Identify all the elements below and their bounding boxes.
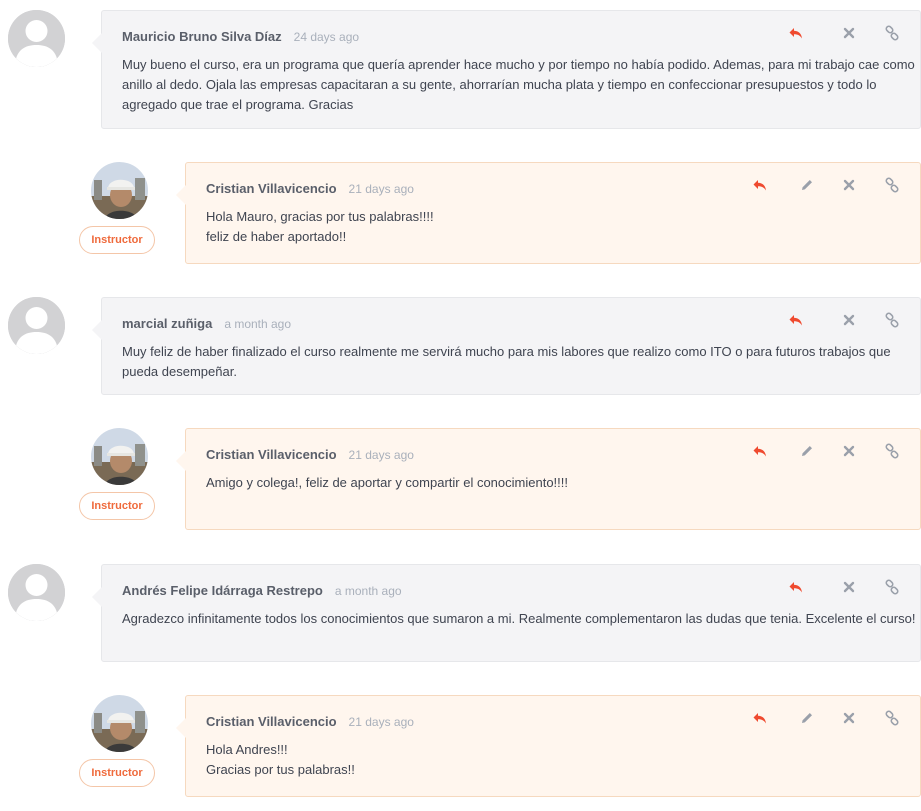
comment-text-line: Muy bueno el curso, era un programa que … — [122, 57, 915, 112]
author-name[interactable]: Andrés Felipe Idárraga Restrepo — [122, 583, 323, 598]
comment-text-line: Muy feliz de haber finalizado el curso r… — [122, 344, 891, 379]
comment-card: Mauricio Bruno Silva Díaz 24 days ago Muy … — [92, 10, 921, 129]
comment-card: Andrés Felipe Idárraga Restrepo a month a… — [92, 564, 921, 662]
comment-text-line: Hola Mauro, gracias por tus palabras!!!! — [206, 209, 434, 224]
comment-header: Andrés Felipe Idárraga Restrepo a month a… — [122, 582, 402, 600]
comment-body: Agradezco infinitamente todos los conoci… — [122, 609, 917, 629]
author-name[interactable]: marcial zuñiga — [122, 316, 212, 331]
reply-arrow-icon[interactable] — [788, 312, 804, 328]
author-name[interactable]: Cristian Villavicencio — [206, 447, 337, 462]
link-icon[interactable] — [884, 443, 900, 459]
instructor-badge: Instructor — [79, 759, 155, 787]
comment-card: marcial zuñiga a month ago Muy feliz de ha… — [92, 297, 921, 395]
reply-arrow-icon[interactable] — [752, 710, 768, 726]
close-icon[interactable] — [841, 25, 857, 41]
reply-card: Cristian Villavicencio 21 days ago Amigo y… — [176, 428, 921, 530]
timestamp: 21 days ago — [348, 182, 414, 196]
link-icon[interactable] — [884, 710, 900, 726]
student-avatar — [8, 10, 65, 67]
comment-text-line: Agradezco infinitamente todos los conoci… — [122, 611, 916, 626]
reply-arrow-icon[interactable] — [752, 177, 768, 193]
author-name[interactable]: Mauricio Bruno Silva Díaz — [122, 29, 282, 44]
comment-header: Cristian Villavicencio 21 days ago — [206, 713, 414, 731]
instructor-badge: Instructor — [79, 492, 155, 520]
link-icon[interactable] — [884, 312, 900, 328]
comment-body: Muy feliz de haber finalizado el curso r… — [122, 342, 917, 382]
comment-text-line: Hola Andres!!! — [206, 742, 288, 757]
reply-card: Cristian Villavicencio 21 days ago Hola Ma… — [176, 162, 921, 264]
comment-header: marcial zuñiga a month ago — [122, 315, 291, 333]
timestamp: a month ago — [334, 584, 402, 598]
close-icon[interactable] — [841, 710, 857, 726]
author-name[interactable]: Cristian Villavicencio — [206, 181, 337, 196]
link-icon[interactable] — [884, 579, 900, 595]
timestamp: a month ago — [224, 317, 292, 331]
comment-body: Muy bueno el curso, era un programa que … — [122, 55, 917, 115]
close-icon[interactable] — [841, 579, 857, 595]
reply-arrow-icon[interactable] — [752, 443, 768, 459]
comment-body: Hola Mauro, gracias por tus palabras!!!!… — [206, 207, 906, 247]
close-icon[interactable] — [841, 443, 857, 459]
comment-header: Cristian Villavicencio 21 days ago — [206, 180, 414, 198]
close-icon[interactable] — [841, 312, 857, 328]
pencil-icon[interactable] — [799, 443, 815, 459]
comment-text-line: Amigo y colega!, feliz de aportar y comp… — [206, 475, 568, 490]
timestamp: 21 days ago — [348, 715, 414, 729]
instructor-avatar — [91, 428, 148, 485]
pencil-icon[interactable] — [799, 710, 815, 726]
author-name[interactable]: Cristian Villavicencio — [206, 714, 337, 729]
instructor-badge: Instructor — [79, 226, 155, 254]
student-avatar — [8, 297, 65, 354]
reply-arrow-icon[interactable] — [788, 579, 804, 595]
reply-arrow-icon[interactable] — [788, 25, 804, 41]
comment-header: Cristian Villavicencio 21 days ago — [206, 446, 414, 464]
comment-body: Amigo y colega!, feliz de aportar y comp… — [206, 473, 906, 493]
instructor-avatar — [91, 695, 148, 752]
comment-text-line: feliz de haber aportado!! — [206, 229, 347, 244]
comment-text-line: Gracias por tus palabras!! — [206, 762, 355, 777]
comment-body: Hola Andres!!! Gracias por tus palabras!! — [206, 740, 906, 780]
pencil-icon[interactable] — [799, 177, 815, 193]
link-icon[interactable] — [884, 177, 900, 193]
close-icon[interactable] — [841, 177, 857, 193]
link-icon[interactable] — [884, 25, 900, 41]
reply-card: Cristian Villavicencio 21 days ago Hola An… — [176, 695, 921, 797]
instructor-avatar — [91, 162, 148, 219]
student-avatar — [8, 564, 65, 621]
timestamp: 24 days ago — [293, 30, 360, 44]
comment-header: Mauricio Bruno Silva Díaz 24 days ago — [122, 28, 359, 46]
timestamp: 21 days ago — [348, 448, 414, 462]
